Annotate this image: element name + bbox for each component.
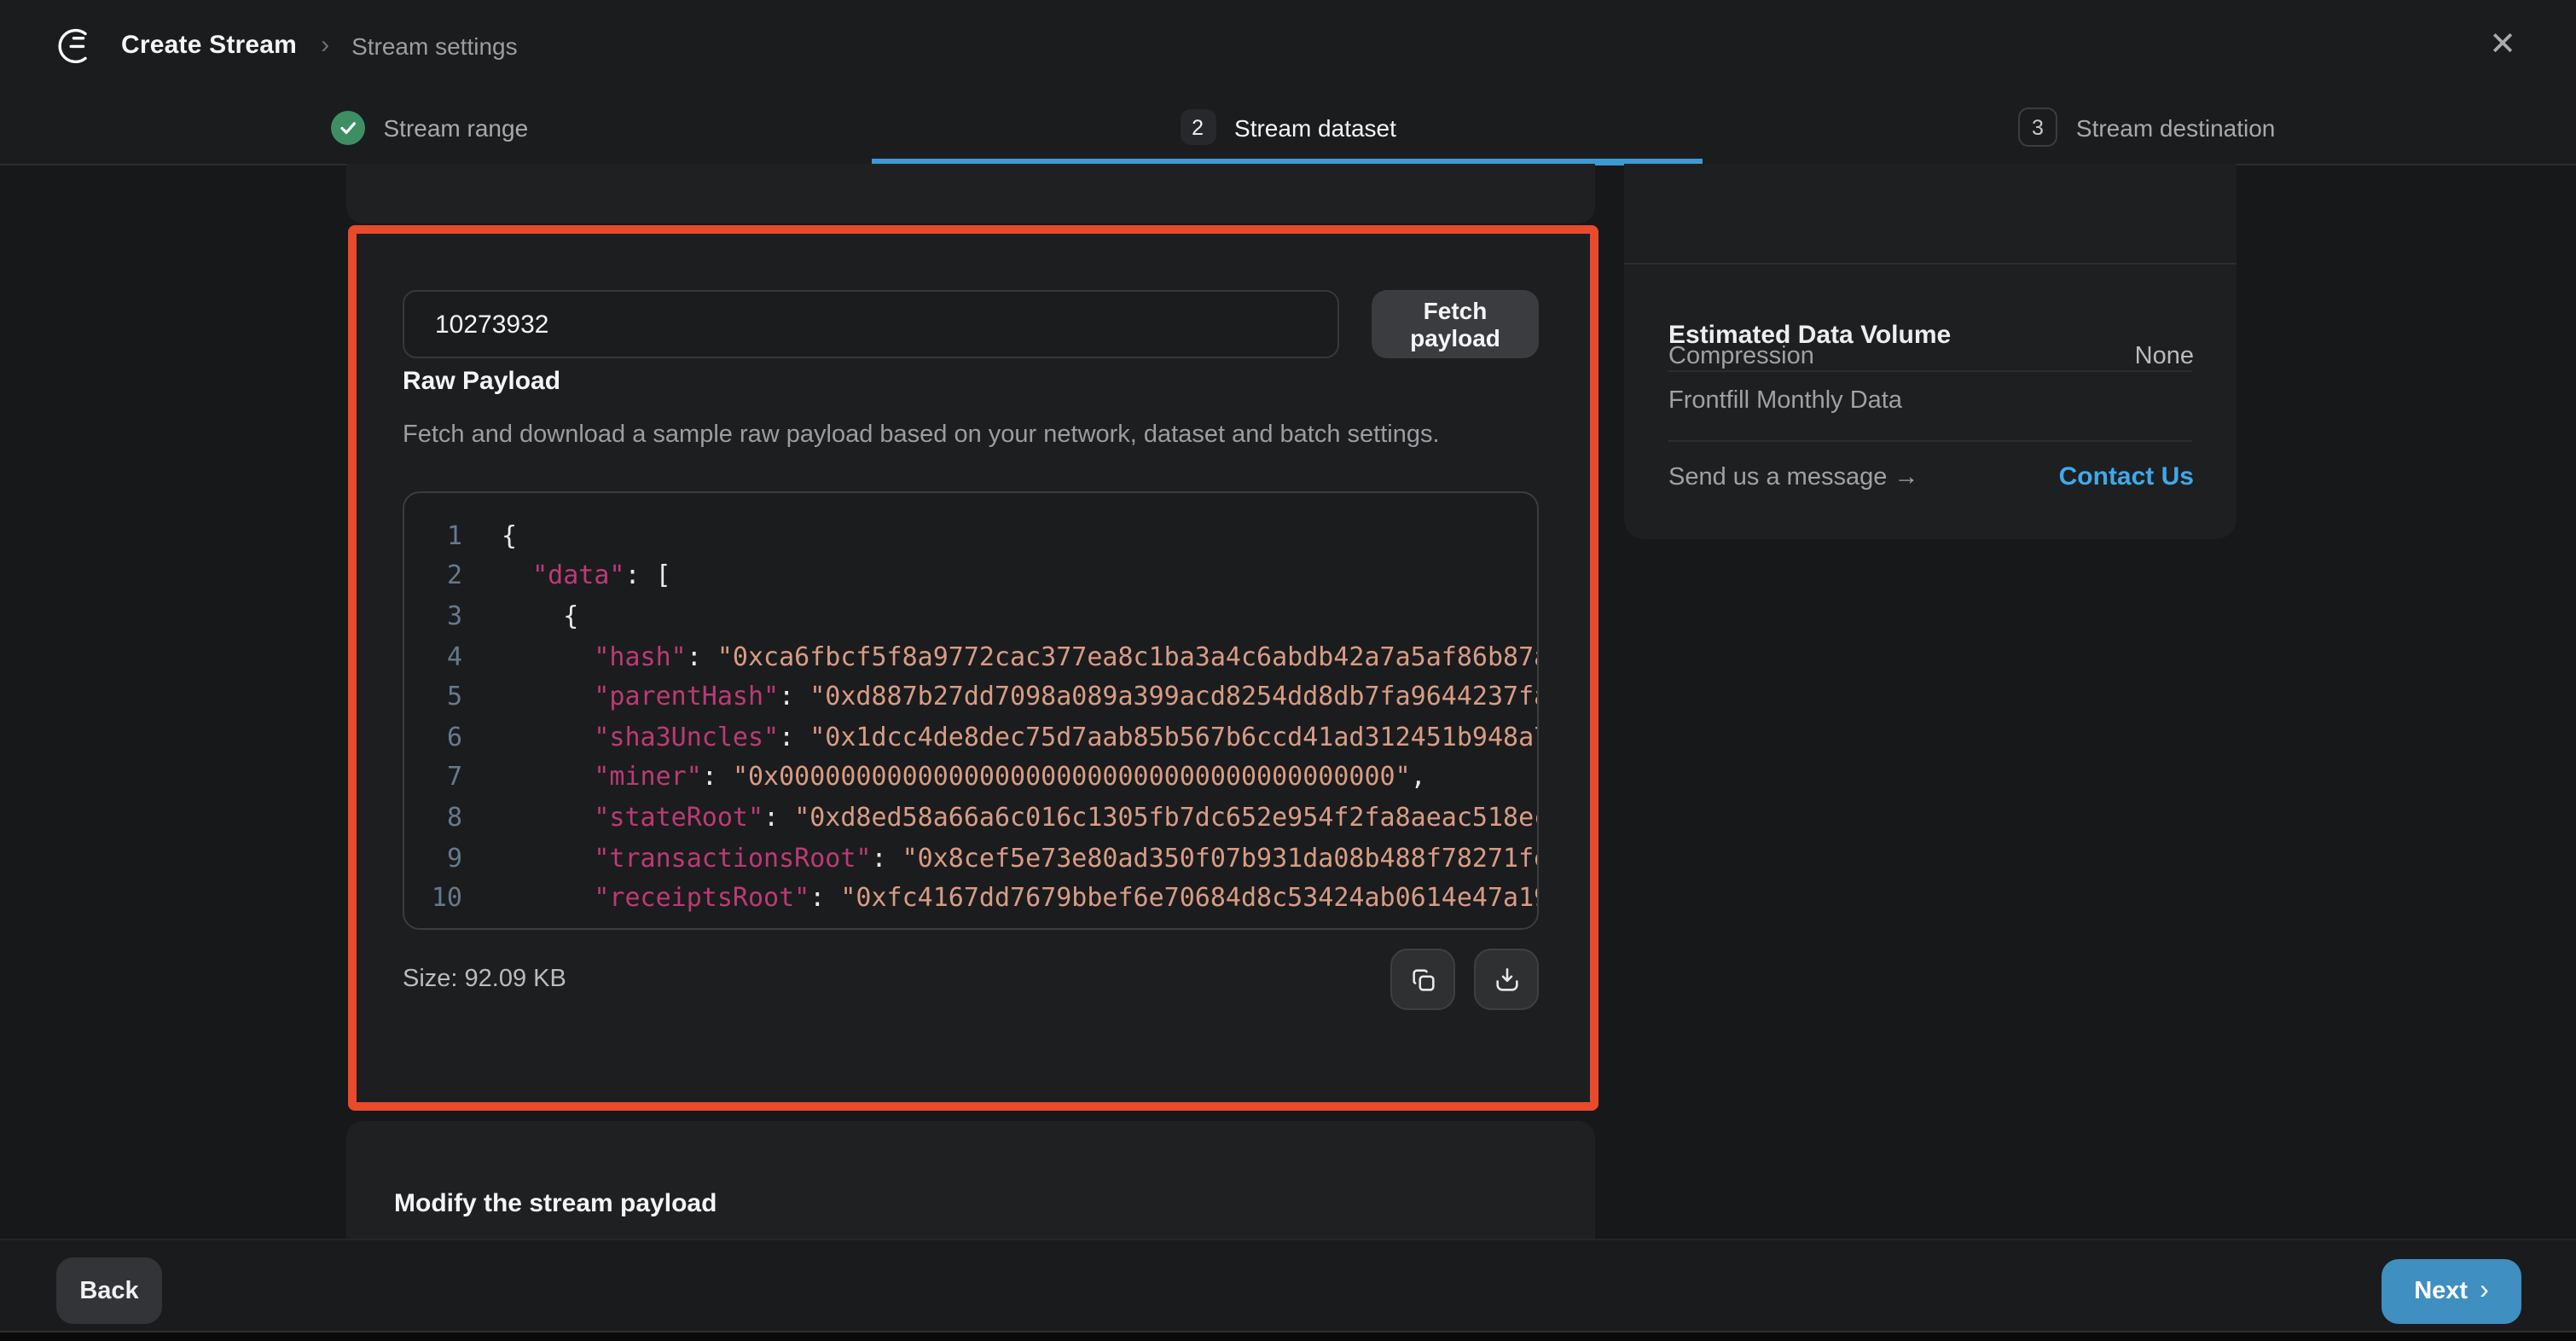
divider <box>1624 263 2237 264</box>
code-line: 1{ <box>404 515 1537 555</box>
code-line: 4 "hash": "0xca6fbcf5f8a9772cac377ea8c1b… <box>404 636 1537 676</box>
step-number-badge: 3 <box>2018 107 2057 147</box>
code-text: { <box>502 520 517 551</box>
line-number: 8 <box>404 802 462 833</box>
tab-label: Stream dataset <box>1234 113 1396 141</box>
breadcrumb-chevron-icon: › <box>321 31 329 60</box>
page-title: Create Stream <box>121 31 297 60</box>
step-number-badge: 2 <box>1180 109 1215 145</box>
wizard-footer: Back Next › <box>0 1239 2576 1341</box>
tab-stream-destination[interactable]: 3 Stream destination <box>1717 90 2576 164</box>
previous-settings-card-partial <box>346 164 1595 224</box>
copy-payload-button[interactable] <box>1390 949 1455 1010</box>
step-tabs: Stream range 2 Stream dataset 3 Stream d… <box>0 90 2576 165</box>
close-icon[interactable]: ✕ <box>2477 0 2528 90</box>
line-number: 6 <box>404 722 462 752</box>
frontfill-monthly-data-label: Frontfill Monthly Data <box>1668 387 1902 415</box>
payload-code-viewer[interactable]: 1{2 "data": [3 {4 "hash": "0xca6fbcf5f8a… <box>403 491 1539 930</box>
next-button[interactable]: Next › <box>2382 1259 2521 1324</box>
tab-label: Stream range <box>384 113 529 141</box>
raw-payload-description: Fetch and download a sample raw payload … <box>403 421 1440 449</box>
modify-payload-heading: Modify the stream payload <box>394 1189 717 1218</box>
divider <box>1668 370 2192 372</box>
code-text: "parentHash": "0xd887b27dd7098a089a399ac… <box>502 681 1537 711</box>
window-bottom-strip <box>0 1331 2576 1341</box>
back-button[interactable]: Back <box>56 1257 162 1324</box>
download-payload-button[interactable] <box>1474 949 1539 1010</box>
line-number: 9 <box>404 842 462 873</box>
code-line: 2 "data": [ <box>404 555 1537 595</box>
code-lines: 1{2 "data": [3 {4 "hash": "0xca6fbcf5f8a… <box>404 515 1537 918</box>
next-button-label: Next <box>2414 1278 2468 1305</box>
chevron-right-icon: › <box>2480 1278 2489 1305</box>
line-number: 1 <box>404 520 462 551</box>
raw-payload-card: Fetch payload Raw Payload Fetch and down… <box>357 234 1590 1102</box>
breadcrumb: Stream settings <box>351 32 518 59</box>
send-message-label: Send us a message → <box>1668 464 1918 491</box>
raw-payload-section-highlight: Fetch payload Raw Payload Fetch and down… <box>348 225 1598 1111</box>
line-number: 4 <box>404 641 462 671</box>
stream-summary-card: Compression None Estimated Data Volume F… <box>1624 164 2237 539</box>
code-text: "receiptsRoot": "0xfc4167dd7679bbef6e706… <box>502 882 1537 913</box>
line-number: 5 <box>404 681 462 711</box>
raw-payload-heading: Raw Payload <box>403 367 560 396</box>
modify-payload-card: Modify the stream payload <box>346 1121 1595 1240</box>
code-text: "data": [ <box>502 560 671 591</box>
code-line: 5 "parentHash": "0xd887b27dd7098a089a399… <box>404 676 1537 717</box>
tab-label: Stream destination <box>2076 113 2275 141</box>
code-line: 10 "receiptsRoot": "0xfc4167dd7679bbef6e… <box>404 878 1537 918</box>
compression-value: None <box>2135 343 2194 370</box>
check-icon <box>331 110 365 144</box>
line-number: 7 <box>404 762 462 792</box>
code-text: "hash": "0xca6fbcf5f8a9772cac377ea8c1ba3… <box>502 641 1537 671</box>
top-bar: Create Stream › Stream settings ✕ <box>0 0 2576 90</box>
code-line: 8 "stateRoot": "0xd8ed58a66a6c016c1305fb… <box>404 797 1537 837</box>
line-number: 3 <box>404 601 462 631</box>
block-number-input[interactable] <box>403 290 1339 358</box>
download-icon <box>1492 965 1521 994</box>
code-text: "miner": "0x0000000000000000000000000000… <box>502 762 1426 792</box>
code-line: 9 "transactionsRoot": "0x8cef5e73e80ad35… <box>404 838 1537 878</box>
divider <box>1668 440 2192 442</box>
code-line: 3 { <box>404 595 1537 636</box>
code-line: 7 "miner": "0x00000000000000000000000000… <box>404 757 1537 797</box>
copy-icon <box>1408 965 1437 994</box>
estimated-data-volume-heading: Estimated Data Volume <box>1668 321 1951 350</box>
code-line: 6 "sha3Uncles": "0x1dcc4de8dec75d7aab85b… <box>404 717 1537 757</box>
contact-us-link[interactable]: Contact Us <box>2059 462 2194 491</box>
tab-stream-range[interactable]: Stream range <box>0 90 859 164</box>
line-number: 10 <box>404 882 462 913</box>
fetch-payload-button[interactable]: Fetch payload <box>1372 290 1539 358</box>
line-number: 2 <box>404 560 462 591</box>
app-logo-icon <box>56 25 97 66</box>
code-text: "stateRoot": "0xd8ed58a66a6c016c1305fb7d… <box>502 802 1537 833</box>
code-text: "sha3Uncles": "0x1dcc4de8dec75d7aab85b56… <box>502 722 1537 752</box>
payload-size-label: Size: 92.09 KB <box>403 966 566 993</box>
code-text: { <box>502 601 578 631</box>
code-text: "transactionsRoot": "0x8cef5e73e80ad350f… <box>502 842 1537 873</box>
create-stream-modal: Create Stream › Stream settings ✕ Stream… <box>0 0 2576 1341</box>
tab-stream-dataset[interactable]: 2 Stream dataset <box>859 90 1718 164</box>
